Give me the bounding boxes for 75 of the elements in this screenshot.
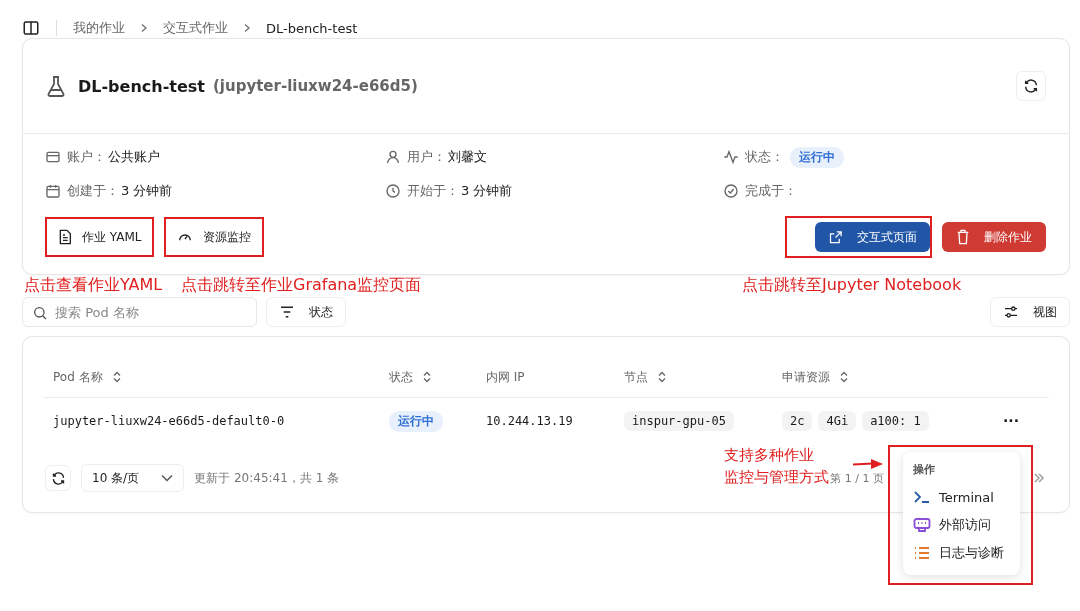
flask-icon xyxy=(46,75,66,97)
user-icon xyxy=(385,149,401,165)
field-value: 刘馨文 xyxy=(448,148,487,166)
column-header[interactable]: 节点 xyxy=(624,368,648,386)
list-icon xyxy=(913,546,931,560)
column-header[interactable]: 申请资源 xyxy=(782,368,830,386)
chevron-right-icon xyxy=(242,23,252,33)
annotation-text: 点击跳转至作业Grafana监控页面 xyxy=(181,275,422,296)
chevron-down-icon xyxy=(161,474,174,482)
annotation-text: 点击跳转至Jupyter Notebook xyxy=(742,275,962,296)
status-badge: 运行中 xyxy=(389,410,443,432)
pod-name: jupyter-liuxw24-e66d5-default0-0 xyxy=(53,414,285,428)
trash-icon xyxy=(956,229,970,245)
job-title: DL-bench-test xyxy=(78,76,205,96)
field-label: 账户： xyxy=(67,148,106,166)
status-filter-button[interactable]: 状态 xyxy=(266,297,346,327)
resource-tag: a100: 1 xyxy=(862,411,929,431)
field-value: 3 分钟前 xyxy=(461,182,513,200)
sort-icon[interactable] xyxy=(112,371,121,383)
calendar-icon xyxy=(45,183,61,199)
delete-button[interactable]: 删除作业 xyxy=(942,222,1046,252)
refresh-button[interactable] xyxy=(1016,71,1046,101)
job-id: (jupyter-liuxw24-e66d5) xyxy=(213,77,418,95)
menu-item[interactable]: 外部访问 xyxy=(913,511,1010,539)
status-badge: 运行中 xyxy=(790,146,844,168)
menu-title: 操作 xyxy=(913,462,936,477)
column-header[interactable]: 内网 IP xyxy=(486,368,525,386)
sliders-icon xyxy=(1003,304,1019,320)
breadcrumb-item[interactable]: 我的作业 xyxy=(73,19,125,37)
field-label: 用户： xyxy=(407,148,446,166)
activity-icon xyxy=(723,149,739,165)
update-info: 更新于 20:45:41，共 1 条 xyxy=(194,469,340,487)
chevron-right-icon xyxy=(139,23,149,33)
annotation-text: 支持多种作业 监控与管理方式 xyxy=(724,446,829,487)
refresh-icon xyxy=(50,470,66,486)
field-value: 公共账户 xyxy=(108,148,160,166)
clock-icon xyxy=(385,183,401,199)
field-label: 状态： xyxy=(745,148,784,166)
refresh-icon xyxy=(1023,78,1039,94)
sidebar-toggle-icon[interactable] xyxy=(22,19,40,37)
search-icon xyxy=(32,305,48,321)
breadcrumb-item: DL-bench-test xyxy=(266,20,358,36)
menu-item[interactable]: 日志与诊断 xyxy=(913,539,1010,567)
field-value: 3 分钟前 xyxy=(121,182,173,200)
resource-tag: 4Gi xyxy=(818,411,857,431)
view-button[interactable]: 视图 xyxy=(990,297,1070,327)
page-size-select[interactable]: 10 条/页 xyxy=(81,464,185,492)
ip-address: 10.244.13.19 xyxy=(486,414,573,428)
sort-icon[interactable] xyxy=(658,371,666,383)
column-header[interactable]: 状态 xyxy=(389,368,413,386)
terminal-icon xyxy=(913,490,931,504)
column-header[interactable]: Pod 名称 xyxy=(53,368,103,386)
filter-icon xyxy=(279,305,295,319)
search-field[interactable]: 搜索 Pod 名称 xyxy=(22,297,257,327)
refresh-button[interactable] xyxy=(45,465,71,491)
field-label: 创建于： xyxy=(67,182,119,200)
field-label: 开始于： xyxy=(407,182,459,200)
card-icon xyxy=(45,149,61,165)
more-actions-button[interactable]: ··· xyxy=(1003,413,1019,429)
last-page-icon[interactable] xyxy=(1033,472,1045,484)
sort-icon[interactable] xyxy=(423,371,431,383)
document-icon xyxy=(58,229,72,245)
check-circle-icon xyxy=(723,183,739,199)
page-indicator: 第 1 / 1 页 xyxy=(830,470,884,486)
node-tag: inspur-gpu-05 xyxy=(624,411,734,431)
external-link-icon xyxy=(828,229,843,245)
annotation-text: 点击查看作业YAML xyxy=(24,275,163,296)
breadcrumb-item[interactable]: 交互式作业 xyxy=(163,19,228,37)
menu-item[interactable]: Terminal xyxy=(913,483,1010,511)
field-label: 完成于： xyxy=(745,182,797,200)
resource-tag: 2c xyxy=(782,411,813,431)
sort-icon[interactable] xyxy=(840,371,848,383)
network-port-icon xyxy=(913,517,931,533)
annotation-arrow xyxy=(853,459,883,469)
open-page-button[interactable]: 交互式页面 xyxy=(815,222,930,252)
